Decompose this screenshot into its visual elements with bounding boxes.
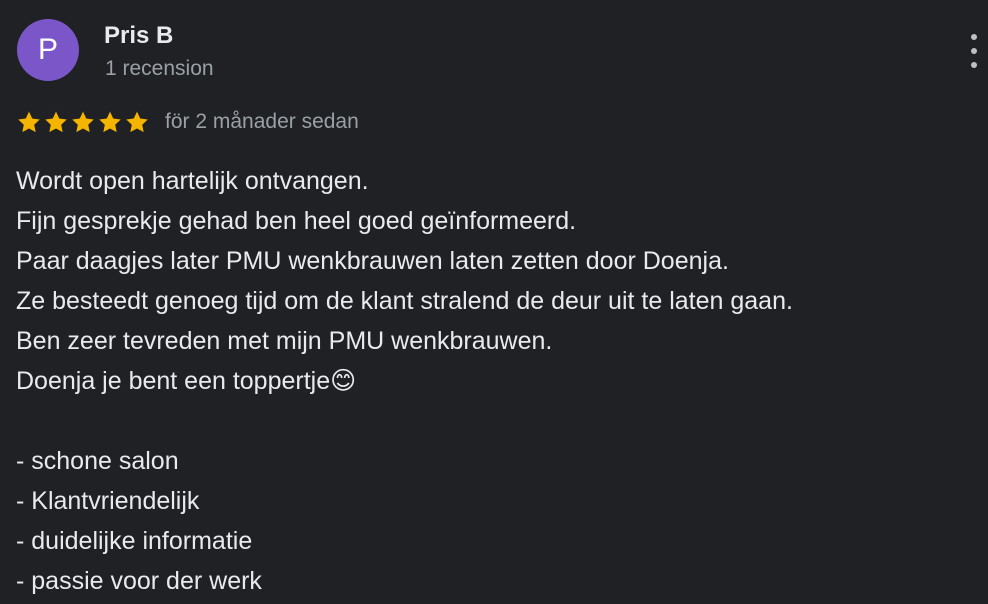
review-line: Ben zeer tevreden met mijn PMU wenkbrauw…: [16, 327, 553, 355]
more-vert-icon-dot: [971, 48, 977, 54]
more-vert-icon-dot: [971, 62, 977, 68]
review-time: för 2 månader sedan: [165, 110, 359, 133]
review-line: - schone salon: [16, 447, 179, 475]
review-line: - passie voor der werk: [16, 567, 262, 595]
review-line: Paar daagjes later PMU wenkbrauwen laten…: [16, 247, 729, 275]
avatar[interactable]: P: [17, 19, 79, 81]
review-line: Wordt open hartelijk ontvangen.: [16, 167, 369, 195]
star-icon: [124, 110, 150, 135]
star-icon: [70, 110, 96, 135]
more-vert-icon-dot: [971, 34, 977, 40]
reviewer-name[interactable]: Pris B: [104, 20, 173, 52]
review-line: Ze besteedt genoeg tijd om de klant stra…: [16, 287, 793, 315]
review-text: Wordt open hartelijk ontvangen. Fijn gesp…: [16, 161, 976, 601]
review-line: - duidelijke informatie: [16, 527, 253, 555]
more-options-button[interactable]: [964, 34, 984, 68]
review-line: - Klantvriendelijk: [16, 487, 200, 515]
star-icon: [97, 110, 123, 135]
star-icon: [16, 110, 42, 135]
star-icon: [43, 110, 69, 135]
review-count: 1 recension: [105, 57, 214, 80]
review-line: [16, 401, 976, 441]
rating-row: för 2 månader sedan: [16, 106, 359, 138]
review-line: Fijn gesprekje gehad ben heel goed geïnf…: [16, 207, 577, 235]
avatar-initial: P: [37, 33, 58, 66]
star-rating: [16, 110, 151, 135]
review-line: Doenja je bent een toppertje😊: [16, 367, 357, 395]
